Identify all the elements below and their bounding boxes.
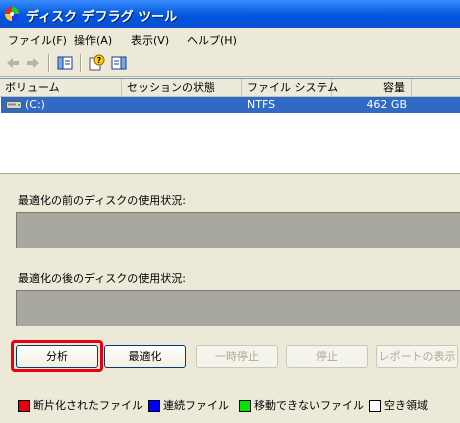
- menu-view[interactable]: 表示(V): [131, 32, 169, 48]
- volume-list[interactable]: ボリューム セッションの状態 ファイル システム 容量 (C:) NTFS 46…: [0, 78, 460, 173]
- column-session-status[interactable]: セッションの状態: [122, 79, 242, 96]
- svg-text:?: ?: [97, 56, 102, 65]
- console-tree-icon[interactable]: [110, 54, 128, 72]
- drive-icon: [6, 101, 22, 109]
- window-title: ディスク デフラグ ツール: [26, 10, 178, 25]
- after-usage-label: 最適化の後のディスクの使用状況:: [18, 272, 186, 285]
- before-usage-display: [16, 212, 460, 248]
- column-file-system[interactable]: ファイル システム: [242, 79, 338, 96]
- help-icon[interactable]: ?: [88, 54, 106, 72]
- pause-button[interactable]: 一時停止: [196, 345, 278, 368]
- column-capacity[interactable]: 容量: [332, 79, 412, 96]
- before-usage-label: 最適化の前のディスクの使用状況:: [18, 194, 186, 207]
- show-hide-tree-icon[interactable]: [56, 54, 74, 72]
- legend-swatch-fragmented: [18, 400, 30, 412]
- toolbar-separator: [80, 54, 82, 72]
- file-system: NTFS: [247, 98, 276, 111]
- menu-bar: ファイル(F) 操作(A) 表示(V) ヘルプ(H): [0, 28, 460, 51]
- volume-name: (C:): [25, 98, 45, 111]
- after-usage-display: [16, 290, 460, 326]
- back-arrow-icon[interactable]: [4, 54, 22, 72]
- capacity: 462 GB: [366, 98, 407, 111]
- legend-swatch-unmovable: [239, 400, 251, 412]
- column-extra: [412, 79, 460, 96]
- stop-button[interactable]: 停止: [286, 345, 368, 368]
- list-header: ボリューム セッションの状態 ファイル システム 容量: [0, 79, 460, 97]
- table-row[interactable]: (C:) NTFS 462 GB: [1, 97, 460, 113]
- view-report-button[interactable]: レポートの表示: [376, 345, 458, 368]
- defrag-app-icon: [5, 7, 19, 21]
- toolbar: ?: [0, 50, 460, 77]
- legend-swatch-free-space: [369, 400, 381, 412]
- menu-action[interactable]: 操作(A): [74, 32, 112, 48]
- menu-help[interactable]: ヘルプ(H): [187, 32, 237, 48]
- column-volume[interactable]: ボリューム: [0, 79, 122, 96]
- forward-arrow-icon[interactable]: [24, 54, 42, 72]
- legend-swatch-contiguous: [148, 400, 160, 412]
- title-bar[interactable]: ディスク デフラグ ツール: [0, 0, 460, 28]
- menu-file[interactable]: ファイル(F): [8, 32, 67, 48]
- defragment-button[interactable]: 最適化: [104, 345, 186, 368]
- toolbar-separator: [48, 54, 50, 72]
- analyze-button[interactable]: 分析: [16, 345, 98, 368]
